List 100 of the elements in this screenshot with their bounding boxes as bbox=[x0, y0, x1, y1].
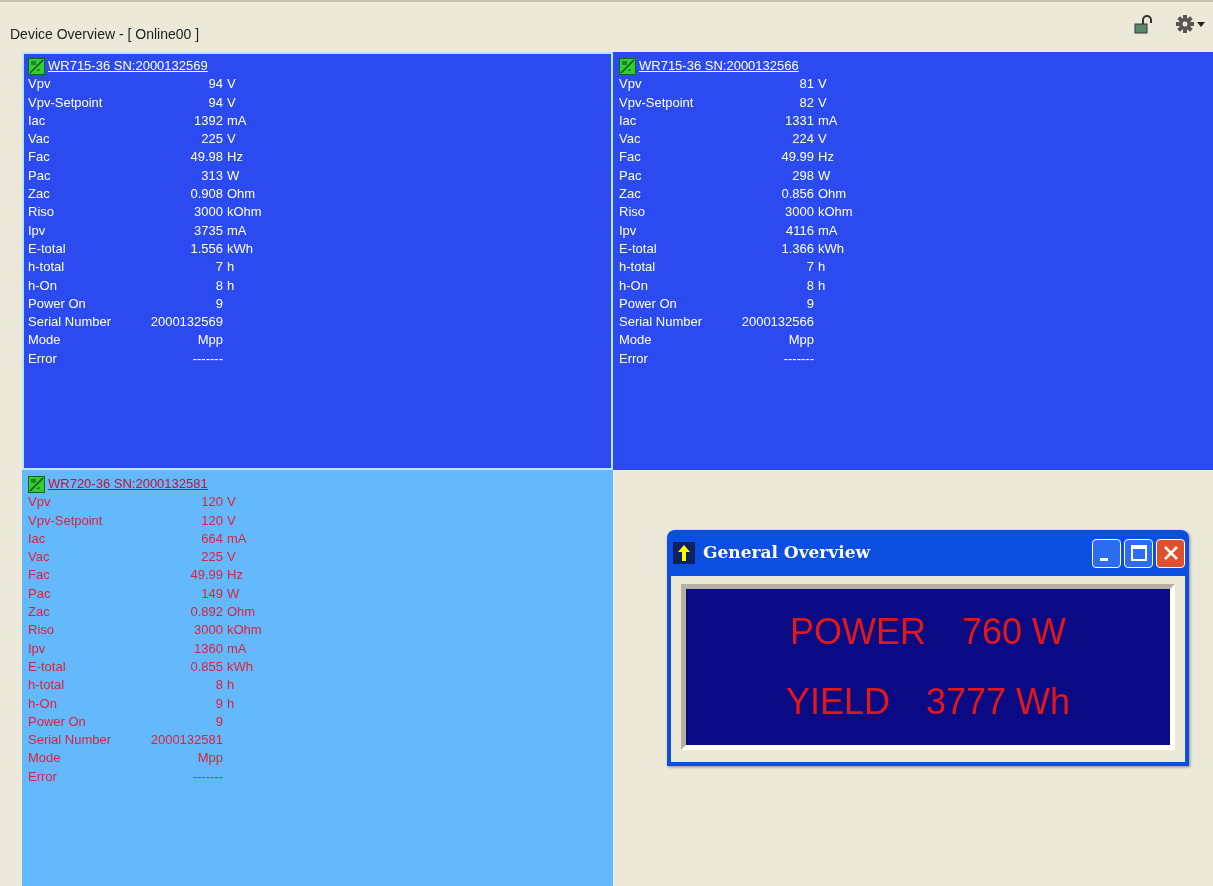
field-unit: kWh bbox=[226, 239, 253, 258]
field-unit: mA bbox=[226, 639, 247, 658]
field-unit: h bbox=[226, 258, 235, 277]
field-value: 1.366 bbox=[780, 239, 814, 258]
close-button[interactable] bbox=[1156, 538, 1185, 568]
field-unit: h bbox=[226, 276, 235, 295]
field-value: 664 bbox=[200, 529, 223, 548]
inverter-icon bbox=[619, 57, 636, 75]
field-unit: kWh bbox=[226, 657, 253, 676]
field-value: 49.98 bbox=[189, 148, 223, 167]
field-label: Vpv bbox=[28, 493, 52, 512]
field-unit: kOhm bbox=[226, 621, 262, 640]
field-unit: V bbox=[226, 548, 236, 567]
field-value: 224 bbox=[791, 130, 814, 149]
field-value: 7 bbox=[214, 258, 223, 277]
field-unit: Hz bbox=[226, 148, 243, 167]
field-value: 0.908 bbox=[189, 185, 223, 204]
field-label: h-On bbox=[28, 694, 58, 713]
field-value: 0.855 bbox=[189, 657, 223, 676]
device-link[interactable]: WR715-36 SN:2000132569 bbox=[48, 57, 208, 76]
field-value: 1360 bbox=[193, 639, 223, 658]
field-label: h-total bbox=[28, 258, 66, 277]
field-label: Riso bbox=[28, 203, 55, 222]
field-unit: mA bbox=[817, 111, 838, 130]
field-value: 9 bbox=[805, 294, 814, 313]
field-unit: Ohm bbox=[226, 603, 256, 622]
field-value: 0.892 bbox=[189, 603, 223, 622]
field-unit: W bbox=[226, 166, 240, 185]
field-value: 298 bbox=[791, 166, 814, 185]
display-value: 3777 Wh bbox=[925, 684, 1071, 720]
field-label: h-total bbox=[619, 258, 657, 277]
field-label: Zac bbox=[28, 185, 51, 204]
field-unit: Ohm bbox=[817, 185, 847, 204]
field-label: Serial Number bbox=[28, 731, 113, 750]
field-label: Vpv-Setpoint bbox=[28, 511, 104, 530]
field-unit: Hz bbox=[226, 566, 243, 585]
field-unit: V bbox=[226, 130, 236, 149]
field-unit: kOhm bbox=[226, 203, 262, 222]
field-value: 9 bbox=[214, 294, 223, 313]
field-value: 2000132569 bbox=[149, 313, 223, 332]
field-label: E-total bbox=[619, 239, 658, 258]
field-value: 82 bbox=[798, 93, 814, 112]
field-value: 2000132581 bbox=[149, 731, 223, 750]
settings-icon[interactable] bbox=[1175, 14, 1205, 34]
field-unit: V bbox=[817, 75, 827, 94]
window-title: General Overview bbox=[703, 541, 871, 565]
field-unit: mA bbox=[226, 221, 247, 240]
minimize-icon bbox=[1099, 557, 1108, 561]
display-label: POWER bbox=[789, 614, 926, 650]
field-value: 1392 bbox=[193, 111, 223, 130]
field-label: Ipv bbox=[28, 221, 47, 240]
display-label: YIELD bbox=[785, 684, 890, 720]
device-link[interactable]: WR715-36 SN:2000132566 bbox=[639, 57, 799, 76]
field-value: 120 bbox=[200, 511, 223, 530]
field-unit: mA bbox=[226, 111, 247, 130]
padlock-icon[interactable] bbox=[1134, 14, 1153, 34]
field-value: 9 bbox=[214, 712, 223, 731]
field-label: Iac bbox=[28, 529, 47, 548]
field-value: 4116 bbox=[785, 221, 814, 240]
field-label: Error bbox=[619, 349, 649, 368]
field-value: ------- bbox=[191, 349, 223, 368]
maximize-button[interactable] bbox=[1124, 538, 1153, 568]
field-unit: mA bbox=[817, 221, 838, 240]
inverter-icon bbox=[28, 57, 45, 75]
field-label: Pac bbox=[28, 166, 52, 185]
field-value: 0.856 bbox=[780, 185, 814, 204]
field-label: Vpv-Setpoint bbox=[28, 93, 104, 112]
field-label: h-total bbox=[28, 676, 66, 695]
field-value: 1331 bbox=[784, 111, 814, 130]
field-label: Vac bbox=[28, 548, 51, 567]
display-value: 760 W bbox=[962, 614, 1067, 650]
field-unit: V bbox=[226, 493, 236, 512]
field-label: Vpv bbox=[28, 75, 52, 94]
field-label: Mode bbox=[28, 749, 62, 768]
field-value: 225 bbox=[200, 548, 223, 567]
field-unit: W bbox=[226, 584, 240, 603]
field-value: 8 bbox=[214, 276, 223, 295]
maximize-icon bbox=[1130, 545, 1147, 561]
field-label: Mode bbox=[28, 331, 62, 350]
field-unit: h bbox=[817, 258, 826, 277]
field-label: Power On bbox=[28, 294, 87, 313]
field-unit: V bbox=[226, 75, 236, 94]
field-value: 7 bbox=[805, 258, 814, 277]
field-label: E-total bbox=[28, 657, 67, 676]
field-label: Vac bbox=[619, 130, 642, 149]
field-value: 149 bbox=[200, 584, 223, 603]
device-panel[interactable] bbox=[22, 52, 613, 470]
field-label: Ipv bbox=[619, 221, 638, 240]
field-unit: Ohm bbox=[226, 185, 256, 204]
field-unit: V bbox=[817, 93, 827, 112]
field-label: Power On bbox=[619, 294, 678, 313]
field-value: 94 bbox=[207, 93, 223, 112]
field-unit: V bbox=[226, 511, 236, 530]
field-label: Power On bbox=[28, 712, 87, 731]
field-label: Ipv bbox=[28, 639, 47, 658]
field-value: ------- bbox=[782, 349, 814, 368]
field-unit: kWh bbox=[817, 239, 844, 258]
inverter-icon bbox=[28, 475, 45, 493]
minimize-button[interactable] bbox=[1092, 538, 1121, 568]
field-label: Error bbox=[28, 767, 58, 786]
